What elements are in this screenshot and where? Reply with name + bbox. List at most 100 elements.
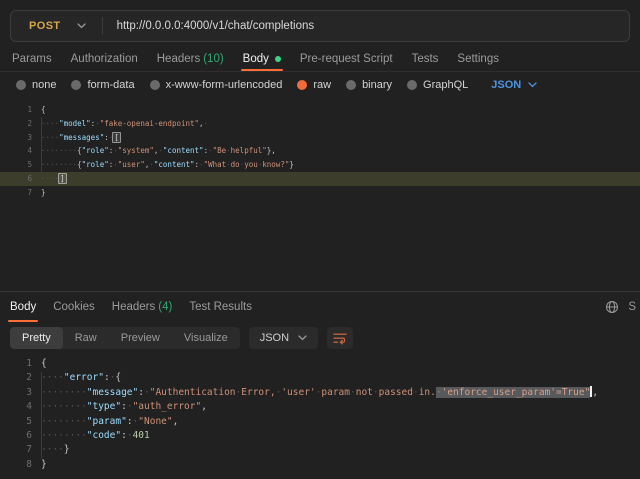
active-tab-underline [8,320,38,322]
body-type-binary[interactable]: binary [346,79,392,91]
code-line[interactable]: 3····"messages":·[ [0,131,640,145]
request-url-bar: POST http://0.0.0.0:4000/v1/chat/complet… [10,10,630,42]
code-token: 'enforce_user_param'=True" [442,387,591,398]
code-token: "code" [87,430,121,441]
line-number: 8 [4,458,32,472]
code-token: do [231,160,240,169]
indent-guide [41,372,42,458]
code-line[interactable]: 4········{"role":·"system",·"content":·"… [0,144,640,158]
code-token: "role" [82,146,109,155]
code-line[interactable]: 8} [0,458,640,472]
request-editor[interactable]: 1{2····"model":·"fake-openai-endpoint",·… [0,100,640,294]
chevron-down-icon [528,82,537,88]
code-line[interactable]: 1{ [0,357,640,371]
tab-pre-request-script[interactable]: Pre-request Script [300,47,393,71]
response-tab-cookies[interactable]: Cookies [53,292,95,322]
tab-authorization[interactable]: Authorization [71,47,138,71]
code-token: "error" [64,372,104,383]
radio-icon [71,80,81,90]
wrap-text-button[interactable] [327,327,353,349]
view-pretty[interactable]: Pretty [10,327,63,349]
view-visualize[interactable]: Visualize [172,327,240,349]
radio-icon [16,80,26,90]
code-token: ········ [41,416,87,427]
code-token: , [201,401,207,412]
radio-selected-icon [297,80,307,90]
response-language-dropdown[interactable]: JSON [249,327,318,349]
request-tabs: Params Authorization Headers (10) Body P… [0,47,640,72]
code-token: · [204,119,209,128]
tab-params[interactable]: Params [12,47,52,71]
tab-label: Body [10,301,36,313]
wrap-text-icon [333,332,347,345]
body-language-dropdown[interactable]: JSON [491,79,537,91]
code-token: ] [58,173,67,184]
code-token: } [289,160,294,169]
code-line[interactable]: 5········{"role":·"user",·"content":·"Wh… [0,158,640,172]
view-preview[interactable]: Preview [109,327,172,349]
body-type-none[interactable]: none [16,79,56,91]
view-raw[interactable]: Raw [63,327,109,349]
code-token: } [41,459,47,470]
code-token: } [41,188,46,197]
code-line[interactable]: 7····} [0,443,640,457]
response-tab-test-results[interactable]: Test Results [189,292,252,322]
body-type-graphql[interactable]: GraphQL [407,79,468,91]
chevron-down-icon [77,23,86,29]
code-token: "model" [59,119,91,128]
code-token: you [244,160,258,169]
line-number: 3 [4,131,32,145]
code-token: ········ [41,160,77,169]
chevron-down-icon [298,335,307,341]
tab-tests[interactable]: Tests [412,47,439,71]
code-line[interactable]: 6········"code":·401 [0,429,640,443]
indent-guide [41,117,42,186]
code-line[interactable]: 4········"type":·"auth_error", [0,400,640,414]
active-tab-underline [241,69,283,71]
line-number: 3 [4,386,32,400]
globe-icon[interactable] [605,300,619,314]
code-line[interactable]: 2····"error":·{ [0,371,640,385]
line-number: 6 [4,172,32,186]
code-token: "content" [154,160,195,169]
code-token: in. [419,387,436,398]
code-token: "content" [163,146,204,155]
line-number: 1 [4,103,32,117]
code-token: ········ [41,430,87,441]
tab-label: Headers [157,53,200,65]
body-type-raw[interactable]: raw [297,79,331,91]
code-line[interactable]: 2····"model":·"fake-openai-endpoint",· [0,117,640,131]
tab-label: Body [243,53,269,65]
tab-settings[interactable]: Settings [457,47,499,71]
url-input[interactable]: http://0.0.0.0:4000/v1/chat/completions [103,20,315,32]
code-token: "param" [87,416,127,427]
method-selector[interactable]: POST [11,20,102,32]
code-token: passed [379,387,413,398]
code-line[interactable]: 6····] [0,172,640,186]
code-line[interactable]: 5········"param":·"None", [0,415,640,429]
response-tab-headers[interactable]: Headers (4) [112,292,173,322]
code-line[interactable]: 1{ [0,103,640,117]
code-token: helpful" [231,146,267,155]
code-token: 401 [133,430,150,441]
code-token: · [436,387,442,398]
code-token: "type" [87,401,121,412]
line-number: 4 [4,400,32,414]
response-tab-body[interactable]: Body [10,292,36,322]
code-token: ········ [41,401,87,412]
code-token: "auth_error" [133,401,202,412]
code-token: ···· [41,119,59,128]
tab-headers[interactable]: Headers (10) [157,47,224,71]
code-line[interactable]: 7} [0,186,640,200]
code-token: "Authentication [150,387,236,398]
body-type-x-www-form-urlencoded[interactable]: x-www-form-urlencoded [150,79,283,91]
response-tabs: Body Cookies Headers (4) Test Results S [0,291,640,321]
body-type-form-data[interactable]: form-data [71,79,134,91]
line-number: 5 [4,415,32,429]
code-line[interactable]: 3········"message":·"Authentication·Erro… [0,386,640,400]
tab-body[interactable]: Body [243,47,281,71]
line-number: 7 [4,443,32,457]
response-meta: S [605,300,636,314]
green-dot-icon [275,56,281,62]
response-editor[interactable]: 1{2····"error":·{3········"message":·"Au… [0,355,640,479]
